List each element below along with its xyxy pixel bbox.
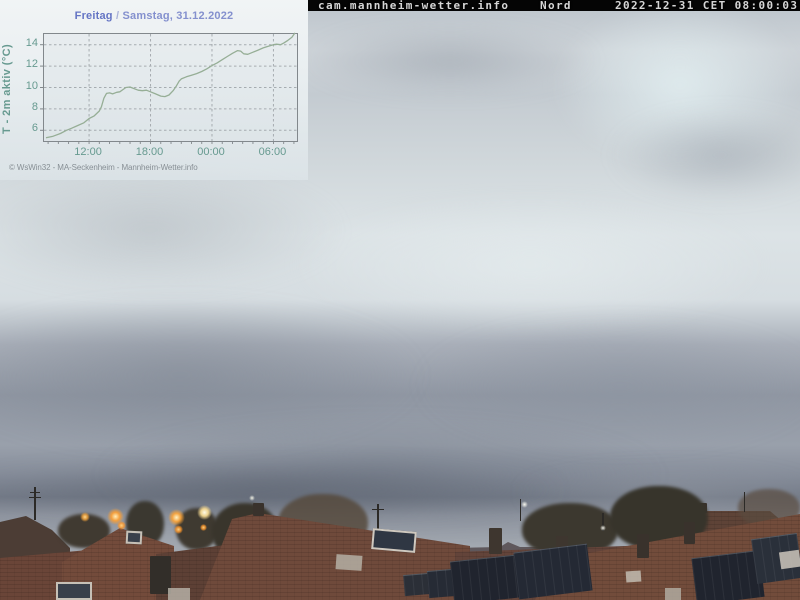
antenna xyxy=(744,492,745,512)
street-light-glow xyxy=(521,501,528,508)
street-light-glow xyxy=(80,512,90,522)
solar-panel-array xyxy=(450,555,520,600)
roof-window xyxy=(56,582,92,600)
direction-label: Nord xyxy=(540,0,572,11)
skylight xyxy=(665,588,681,600)
street-light-glow xyxy=(200,524,207,531)
chimney xyxy=(684,522,695,544)
skylight xyxy=(336,554,363,571)
y-tick-label: 6 xyxy=(12,122,38,134)
roof-window xyxy=(126,531,143,545)
chart-title-separator: / xyxy=(113,10,123,22)
chart-title-day: Freitag xyxy=(75,10,113,22)
antenna-crossbar xyxy=(29,497,41,498)
street-light-glow xyxy=(168,509,185,526)
webcam-overlay-bar: cam.mannheim-wetter.info Nord 2022-12-31… xyxy=(308,0,800,11)
street-light-glow xyxy=(249,495,255,501)
street-lamp-glow xyxy=(600,525,606,531)
skylight xyxy=(168,588,190,600)
street-light-glow xyxy=(117,521,126,530)
chart-title: Freitag / Samstag, 31.12.2022 xyxy=(0,10,308,22)
y-tick-label: 10 xyxy=(12,80,38,92)
timestamp-label: 2022-12-31 CET 08:00:03 xyxy=(615,0,798,11)
weather-chart-panel: Freitag / Samstag, 31.12.2022 T - 2m akt… xyxy=(0,0,308,180)
solar-panel-array xyxy=(513,544,592,600)
y-tick-label: 14 xyxy=(12,37,38,49)
temperature-line xyxy=(46,33,295,138)
roof-window xyxy=(371,528,417,553)
x-tick-label: 12:00 xyxy=(65,146,111,158)
skylight xyxy=(626,570,642,582)
chart-title-date: Samstag, 31.12.2022 xyxy=(123,10,234,22)
temperature-curve-svg xyxy=(44,34,297,141)
chimney xyxy=(637,534,649,558)
chimney xyxy=(253,503,264,516)
x-tick-label: 00:00 xyxy=(188,146,234,158)
antenna-crossbar xyxy=(372,509,384,510)
webcam-page: Freitag / Samstag, 31.12.2022 T - 2m akt… xyxy=(0,0,800,600)
y-tick-label: 12 xyxy=(12,58,38,70)
street-light-glow xyxy=(174,525,183,534)
x-tick-label: 06:00 xyxy=(249,146,295,158)
chart-credit: © WsWin32 - MA-Seckenheim - Mannheim-Wet… xyxy=(9,163,198,172)
temperature-plot xyxy=(43,33,298,142)
x-tick-label: 18:00 xyxy=(127,146,173,158)
street-light-glow xyxy=(197,505,212,520)
y-tick-label: 8 xyxy=(12,101,38,113)
skylight xyxy=(779,550,800,570)
antenna-crossbar xyxy=(30,492,40,493)
chimney xyxy=(489,528,502,554)
station-label: cam.mannheim-wetter.info xyxy=(318,0,509,11)
